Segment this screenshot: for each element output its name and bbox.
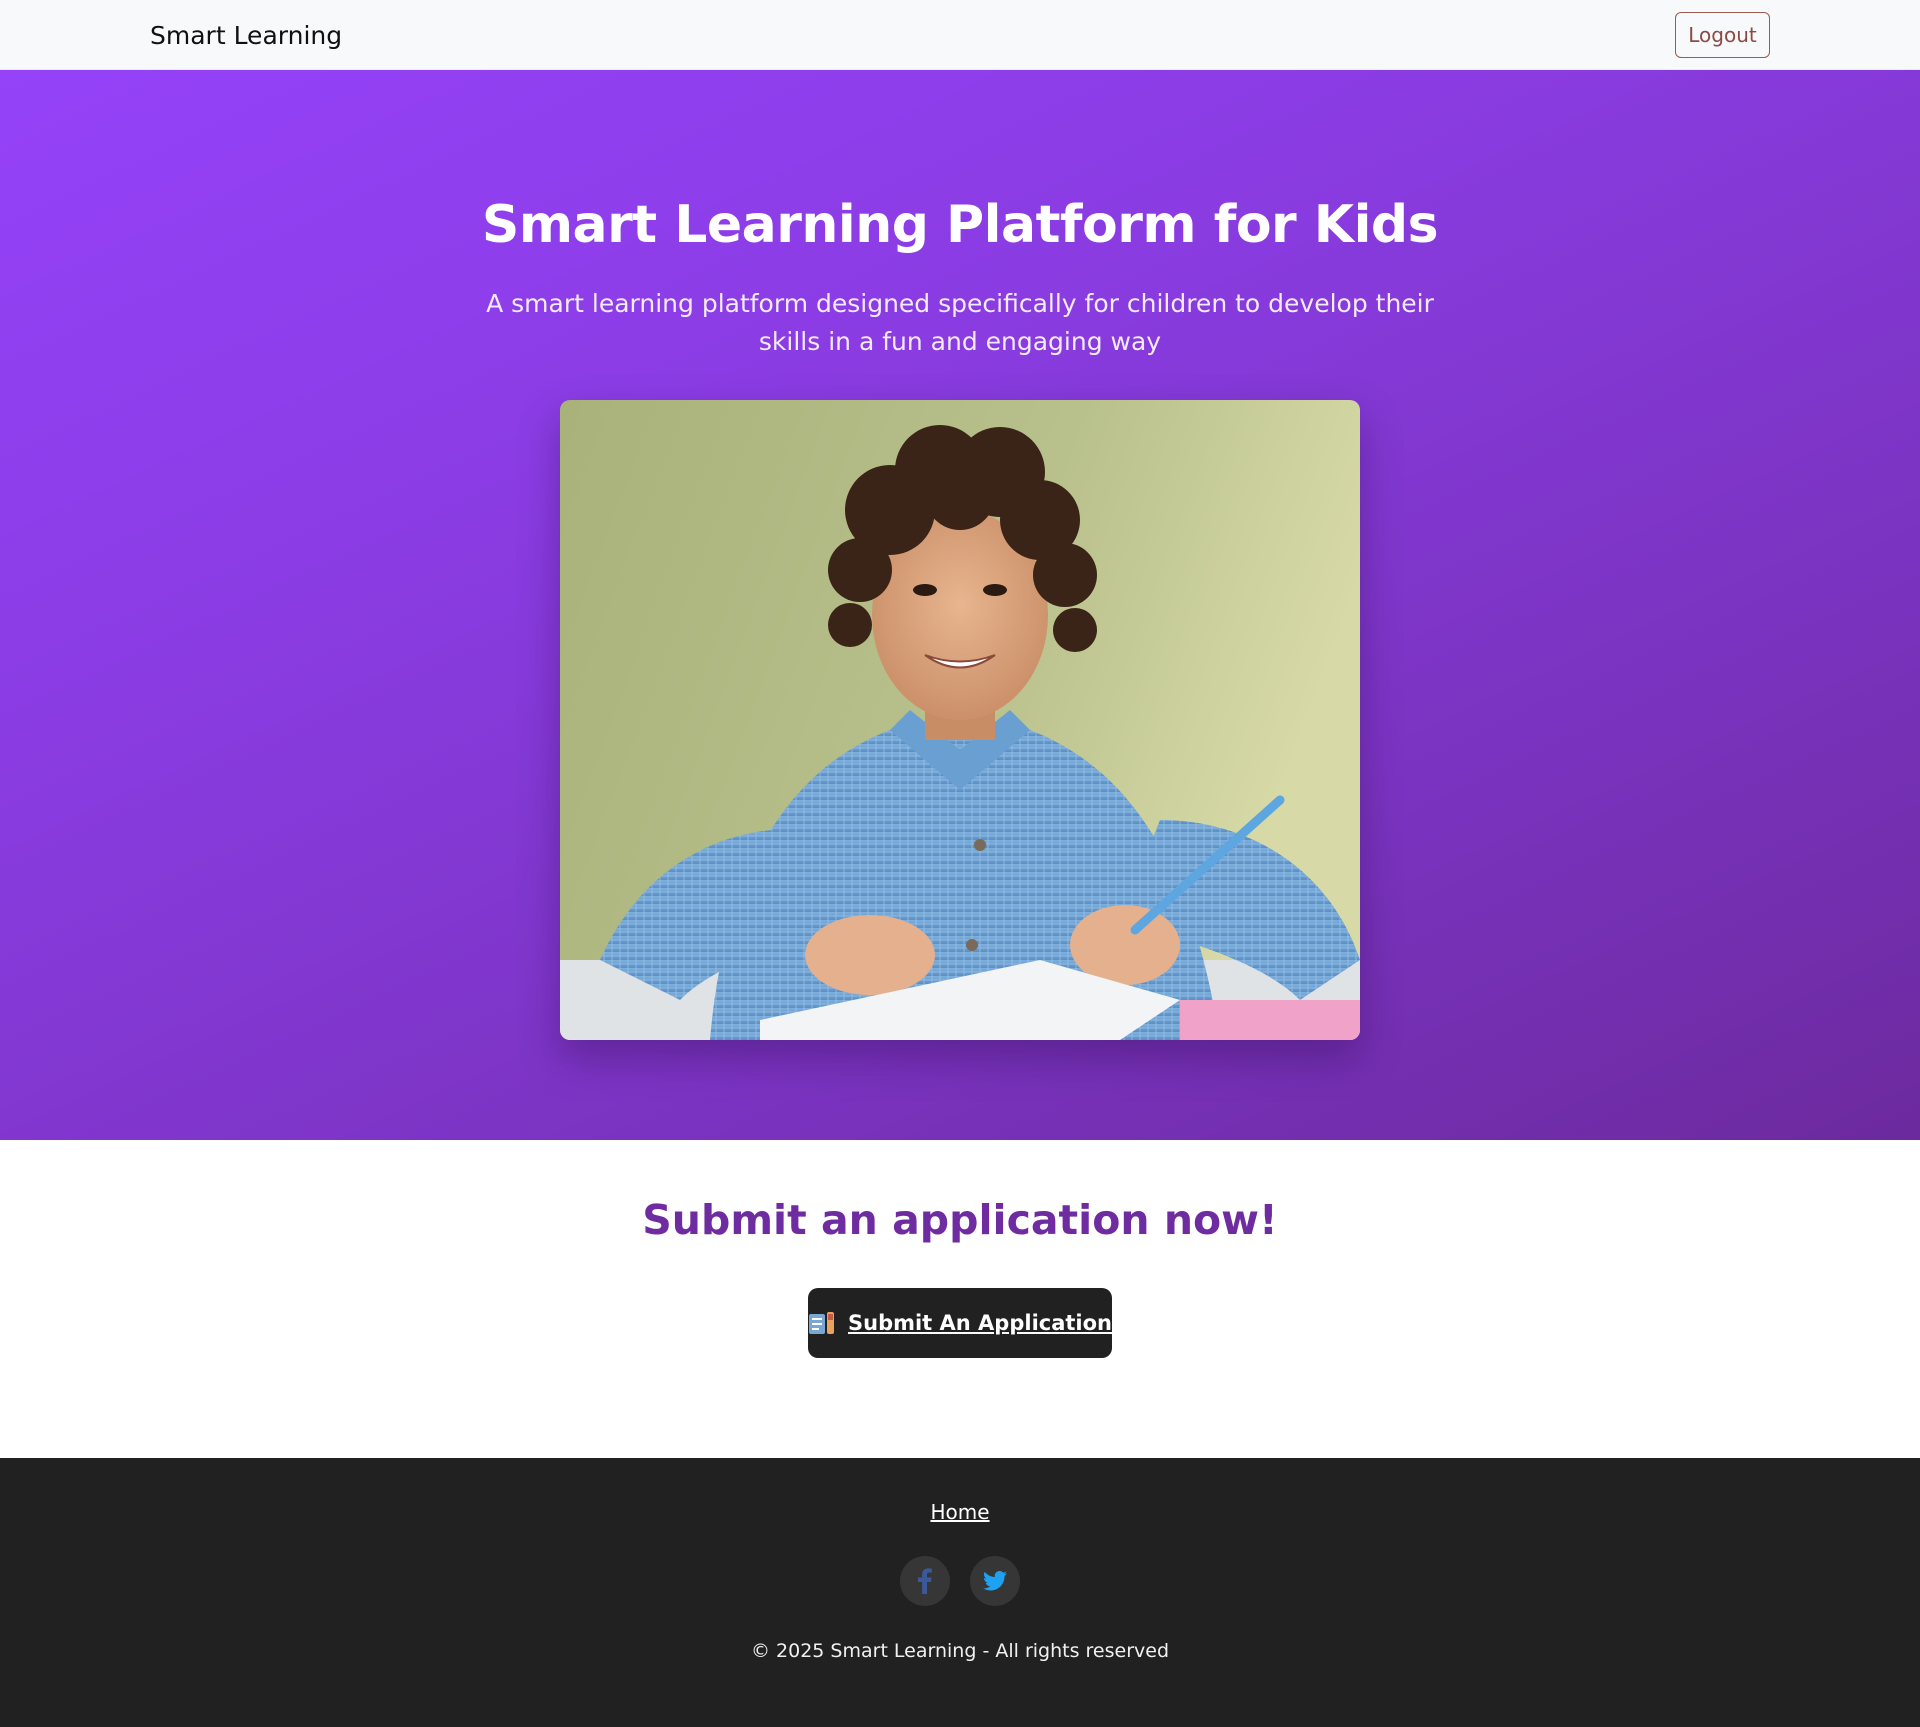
- submit-application-button[interactable]: Submit An Application: [808, 1288, 1112, 1358]
- logout-button[interactable]: Logout: [1675, 12, 1770, 58]
- facebook-button[interactable]: [900, 1556, 950, 1606]
- hero-section: Smart Learning Platform for Kids A smart…: [0, 70, 1920, 1140]
- application-form-icon: [809, 1312, 834, 1334]
- child-studying-photo: [560, 400, 1360, 1040]
- social-links: [900, 1556, 1020, 1606]
- brand-link[interactable]: Smart Learning: [150, 20, 342, 52]
- twitter-button[interactable]: [970, 1556, 1020, 1606]
- footer-home-link[interactable]: Home: [930, 1500, 989, 1524]
- hero-image: [560, 400, 1360, 1040]
- hero-subtitle: A smart learning platform designed speci…: [486, 289, 1434, 356]
- copyright-text: © 2025 Smart Learning - All rights reser…: [750, 1640, 1170, 1662]
- hero-title: Smart Learning Platform for Kids: [481, 195, 1439, 255]
- cta-title: Submit an application now!: [642, 1196, 1278, 1244]
- navbar: Smart Learning Logout: [0, 0, 1920, 70]
- submit-application-label: Submit An Application: [848, 1311, 1112, 1335]
- facebook-icon: [918, 1568, 932, 1594]
- twitter-icon: [983, 1571, 1007, 1591]
- footer: Home © 2025 Smart Learning - All rights …: [0, 1458, 1920, 1727]
